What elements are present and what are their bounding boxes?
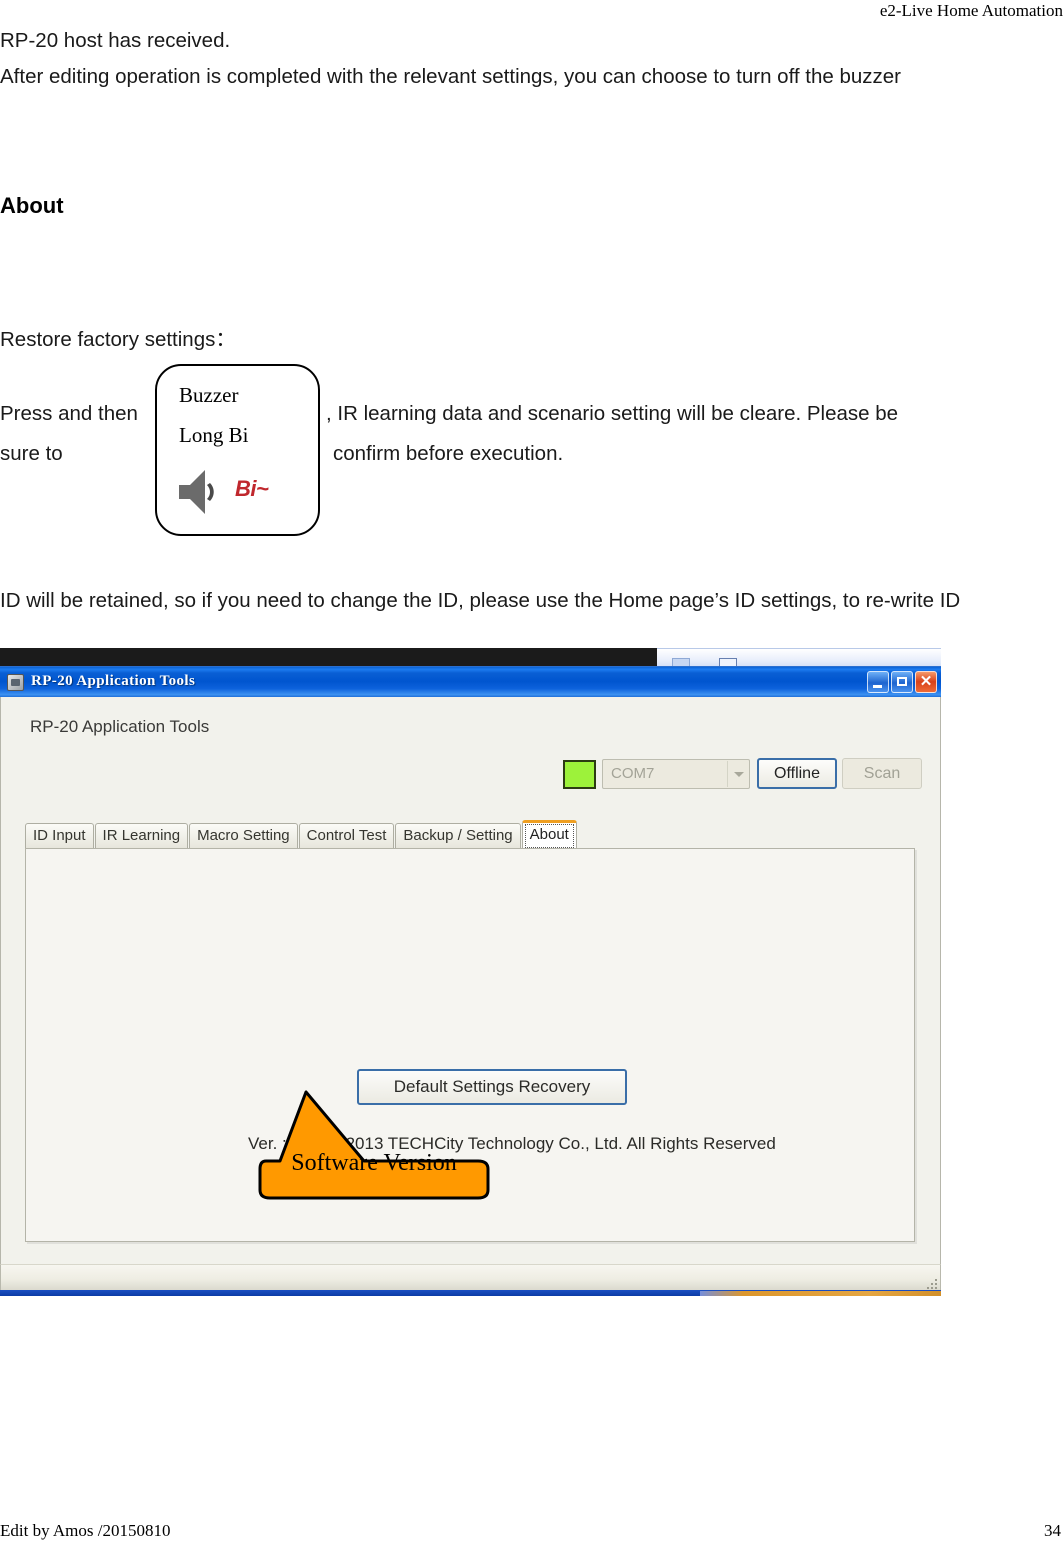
tab-macro-setting[interactable]: Macro Setting xyxy=(189,823,298,848)
document-header: e2-Live Home Automation xyxy=(879,1,1063,20)
paragraph-intro: RP-20 host has received. After editing o… xyxy=(0,29,902,88)
buzzer-label-line2: Long Bi xyxy=(179,423,249,447)
tab-about[interactable]: About xyxy=(521,820,577,848)
tab-label: About xyxy=(529,826,569,843)
close-button[interactable]: ✕ xyxy=(915,671,937,693)
resize-grip-icon[interactable] xyxy=(924,1276,937,1289)
tab-label: IR Learning xyxy=(102,827,181,844)
window-titlebar[interactable]: RP-20 Application Tools ✕ xyxy=(0,666,941,697)
paragraph-press-part1: Press and then xyxy=(0,402,138,425)
com-port-select[interactable]: COM7 xyxy=(602,759,750,789)
connection-toggle-button[interactable]: Offline xyxy=(757,758,837,789)
tab-label: Macro Setting xyxy=(197,827,290,844)
software-version-annotation: Software Version xyxy=(258,1090,490,1200)
close-icon: ✕ xyxy=(919,673,933,690)
callout-shape xyxy=(258,1090,490,1200)
speaker-icon xyxy=(179,470,214,514)
tab-ir-learning[interactable]: IR Learning xyxy=(94,823,189,848)
buzzer-sound-row: Bi~ xyxy=(177,464,307,520)
com-port-value: COM7 xyxy=(611,765,655,782)
tab-label: Control Test xyxy=(306,827,387,844)
section-heading-about: About xyxy=(0,193,64,218)
maximize-button[interactable] xyxy=(891,671,913,693)
paragraph-press-part3: sure to xyxy=(0,442,63,465)
minimize-button[interactable] xyxy=(867,671,889,693)
buzzer-sound-label: Bi~ xyxy=(235,476,269,501)
footer-page-number: 34 xyxy=(1044,1521,1061,1540)
paragraph-id-retained: ID will be retained, so if you need to c… xyxy=(0,589,961,612)
chevron-down-icon[interactable] xyxy=(727,761,748,787)
tab-label: ID Input xyxy=(33,827,86,844)
window-title: RP-20 Application Tools xyxy=(31,673,196,689)
tab-label: Backup / Setting xyxy=(403,827,513,844)
taskbar-buttons xyxy=(700,1291,941,1296)
footer-edit-by: Edit by Amos /20150810 xyxy=(0,1521,171,1540)
window-statusbar xyxy=(0,1264,941,1292)
tab-strip: ID Input IR Learning Macro Setting Contr… xyxy=(25,820,578,848)
scan-button[interactable]: Scan xyxy=(842,758,922,789)
paragraph-restore-factory-settings: Restore factory settings： xyxy=(0,328,236,351)
paragraph-press-part4: confirm before execution. xyxy=(333,442,564,465)
connection-status-indicator xyxy=(563,760,596,789)
paragraph-press-part2: , IR learning data and scenario setting … xyxy=(326,402,899,425)
tab-backup-setting[interactable]: Backup / Setting xyxy=(395,823,521,848)
app-heading: RP-20 Application Tools xyxy=(30,717,210,736)
buzzer-callout-box: Buzzer Long Bi Bi~ xyxy=(155,364,320,536)
window-controls: ✕ xyxy=(867,671,937,693)
tab-id-input[interactable]: ID Input xyxy=(25,823,94,848)
buzzer-label-line1: Buzzer xyxy=(179,383,239,407)
tab-control-test[interactable]: Control Test xyxy=(298,823,395,848)
app-icon xyxy=(7,674,24,691)
